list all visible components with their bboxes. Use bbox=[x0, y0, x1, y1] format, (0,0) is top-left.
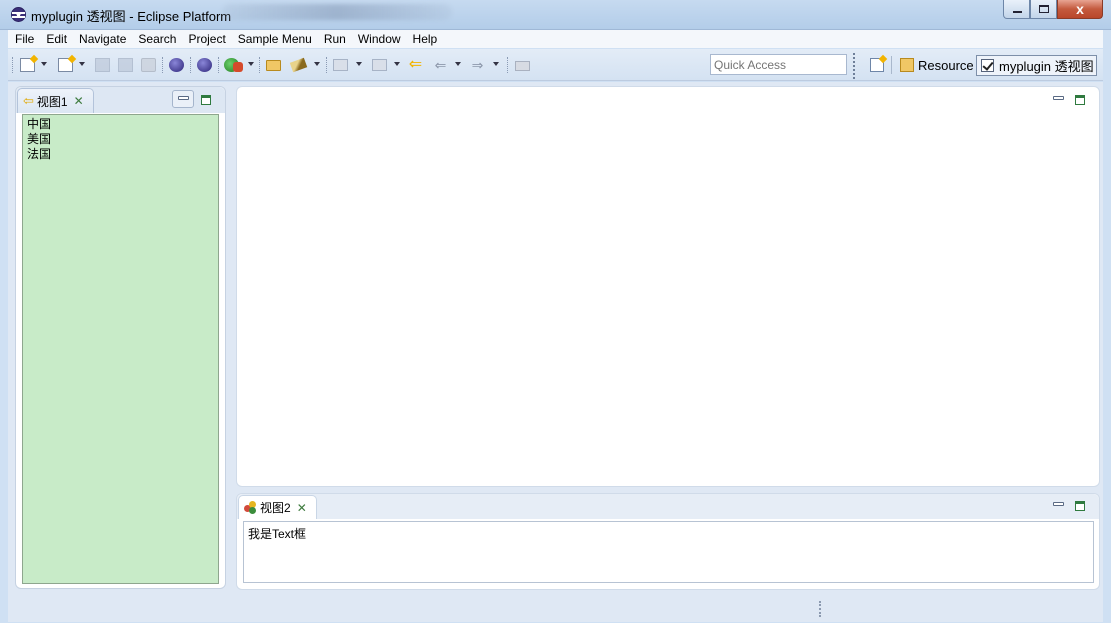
perspective-divider bbox=[891, 56, 892, 74]
resource-icon bbox=[900, 58, 914, 72]
last-edit-icon[interactable]: ⇐ bbox=[408, 57, 423, 73]
text-field[interactable]: 我是Text框 bbox=[243, 521, 1094, 583]
nav-down-dropdown-icon[interactable] bbox=[394, 62, 400, 66]
quick-access-input[interactable] bbox=[710, 54, 847, 75]
tab-view1[interactable]: ⇦ 视图1 ✕ bbox=[17, 88, 94, 113]
list-item[interactable]: 中国 bbox=[27, 117, 214, 132]
back-arrow-icon: ⇦ bbox=[23, 93, 34, 108]
debug-icon[interactable] bbox=[233, 62, 243, 72]
resource-perspective-button[interactable]: Resource bbox=[900, 55, 974, 75]
pin-editor-icon[interactable] bbox=[515, 61, 530, 71]
main-toolbar: ⇐ ⇐ ⇒ Resource myplugin 透视图 bbox=[8, 49, 1103, 81]
new-project-dropdown-icon[interactable] bbox=[79, 62, 85, 66]
maximize-view-icon[interactable] bbox=[201, 95, 211, 105]
minimize-icon bbox=[1013, 11, 1022, 13]
menu-navigate[interactable]: Navigate bbox=[74, 30, 131, 48]
menu-search[interactable]: Search bbox=[133, 30, 181, 48]
open-folder-icon[interactable] bbox=[266, 60, 281, 71]
close-icon: x bbox=[1076, 1, 1084, 17]
minimize-view-icon[interactable] bbox=[178, 96, 189, 100]
nav-up-dropdown-icon[interactable] bbox=[356, 62, 362, 66]
close-button[interactable]: x bbox=[1057, 0, 1103, 19]
checkmark-icon bbox=[981, 59, 994, 72]
status-bar bbox=[8, 595, 1103, 622]
title-bar[interactable]: myplugin 透视图 - Eclipse Platform x bbox=[0, 0, 1111, 30]
back-dropdown-icon[interactable] bbox=[455, 62, 461, 66]
menu-edit[interactable]: Edit bbox=[41, 30, 72, 48]
web-globe-icon-2[interactable] bbox=[197, 58, 212, 72]
window-title: myplugin 透视图 - Eclipse Platform bbox=[31, 9, 232, 24]
menu-window[interactable]: Window bbox=[353, 30, 406, 48]
forward-icon[interactable]: ⇒ bbox=[470, 58, 485, 72]
web-globe-icon[interactable] bbox=[169, 58, 184, 72]
menu-bar: File Edit Navigate Search Project Sample… bbox=[8, 30, 1103, 48]
tab-view2-label: 视图2 bbox=[260, 501, 291, 515]
gem-icon bbox=[244, 501, 257, 514]
print-icon[interactable] bbox=[141, 58, 156, 72]
forward-dropdown-icon[interactable] bbox=[493, 62, 499, 66]
status-grip[interactable] bbox=[819, 601, 821, 617]
resource-label: Resource bbox=[918, 57, 974, 73]
toolbar-grip[interactable] bbox=[853, 53, 856, 79]
eclipse-icon bbox=[11, 7, 26, 22]
new-project-icon[interactable] bbox=[58, 58, 73, 72]
maximize-button[interactable] bbox=[1030, 0, 1057, 19]
tab-view2[interactable]: 视图2 ✕ bbox=[238, 495, 317, 519]
view1-panel: ⇦ 视图1 ✕ 中国 美国 法国 bbox=[15, 86, 226, 589]
new-icon[interactable] bbox=[20, 58, 35, 72]
workbench: ⇦ 视图1 ✕ 中国 美国 法国 视图2 ✕ 我是Text框 bbox=[8, 82, 1103, 595]
close-icon[interactable]: ✕ bbox=[297, 502, 307, 514]
maximize-view-icon[interactable] bbox=[1075, 501, 1085, 511]
save-icon[interactable] bbox=[95, 58, 110, 72]
toolbar-grip[interactable] bbox=[218, 57, 220, 73]
toolbar-grip[interactable] bbox=[259, 57, 261, 73]
pen-icon[interactable] bbox=[289, 57, 308, 73]
menu-help[interactable]: Help bbox=[408, 30, 443, 48]
toolbar-grip[interactable] bbox=[190, 57, 192, 73]
run-dropdown-icon[interactable] bbox=[248, 62, 254, 66]
minimize-editor-icon[interactable] bbox=[1053, 96, 1064, 100]
myplugin-perspective-button[interactable]: myplugin 透视图 bbox=[976, 55, 1097, 76]
maximize-icon bbox=[1039, 5, 1049, 13]
pen-dropdown-icon[interactable] bbox=[314, 62, 320, 66]
view2-panel: 视图2 ✕ 我是Text框 bbox=[236, 493, 1100, 590]
new-dropdown-icon[interactable] bbox=[41, 62, 47, 66]
back-icon[interactable]: ⇐ bbox=[433, 58, 448, 72]
list-item[interactable]: 美国 bbox=[27, 132, 214, 147]
editor-area[interactable] bbox=[236, 86, 1100, 487]
menu-run[interactable]: Run bbox=[319, 30, 351, 48]
tab-view1-label: 视图1 bbox=[36, 94, 68, 109]
menu-sample-menu[interactable]: Sample Menu bbox=[233, 30, 317, 48]
menu-file[interactable]: File bbox=[10, 30, 39, 48]
toolbar-grip[interactable] bbox=[162, 57, 164, 73]
list-item[interactable]: 法国 bbox=[27, 147, 214, 162]
maximize-editor-icon[interactable] bbox=[1075, 95, 1085, 105]
nav-down-icon[interactable] bbox=[372, 59, 387, 71]
country-list[interactable]: 中国 美国 法国 bbox=[22, 114, 219, 584]
view2-tabstrip bbox=[237, 494, 1099, 519]
minimize-view-icon[interactable] bbox=[1053, 502, 1064, 506]
window-controls: x bbox=[1003, 0, 1103, 19]
minimize-button[interactable] bbox=[1003, 0, 1030, 19]
menu-project[interactable]: Project bbox=[183, 30, 230, 48]
toolbar-grip[interactable] bbox=[507, 57, 509, 73]
nav-up-icon[interactable] bbox=[333, 59, 348, 71]
toolbar-grip[interactable] bbox=[326, 57, 328, 73]
myplugin-perspective-label: myplugin 透视图 bbox=[999, 59, 1094, 74]
save-all-icon[interactable] bbox=[118, 58, 133, 72]
open-perspective-icon[interactable] bbox=[870, 58, 884, 72]
toolbar-grip[interactable] bbox=[12, 57, 14, 73]
close-icon[interactable]: ✕ bbox=[74, 95, 84, 107]
blurred-title-region bbox=[222, 4, 452, 20]
